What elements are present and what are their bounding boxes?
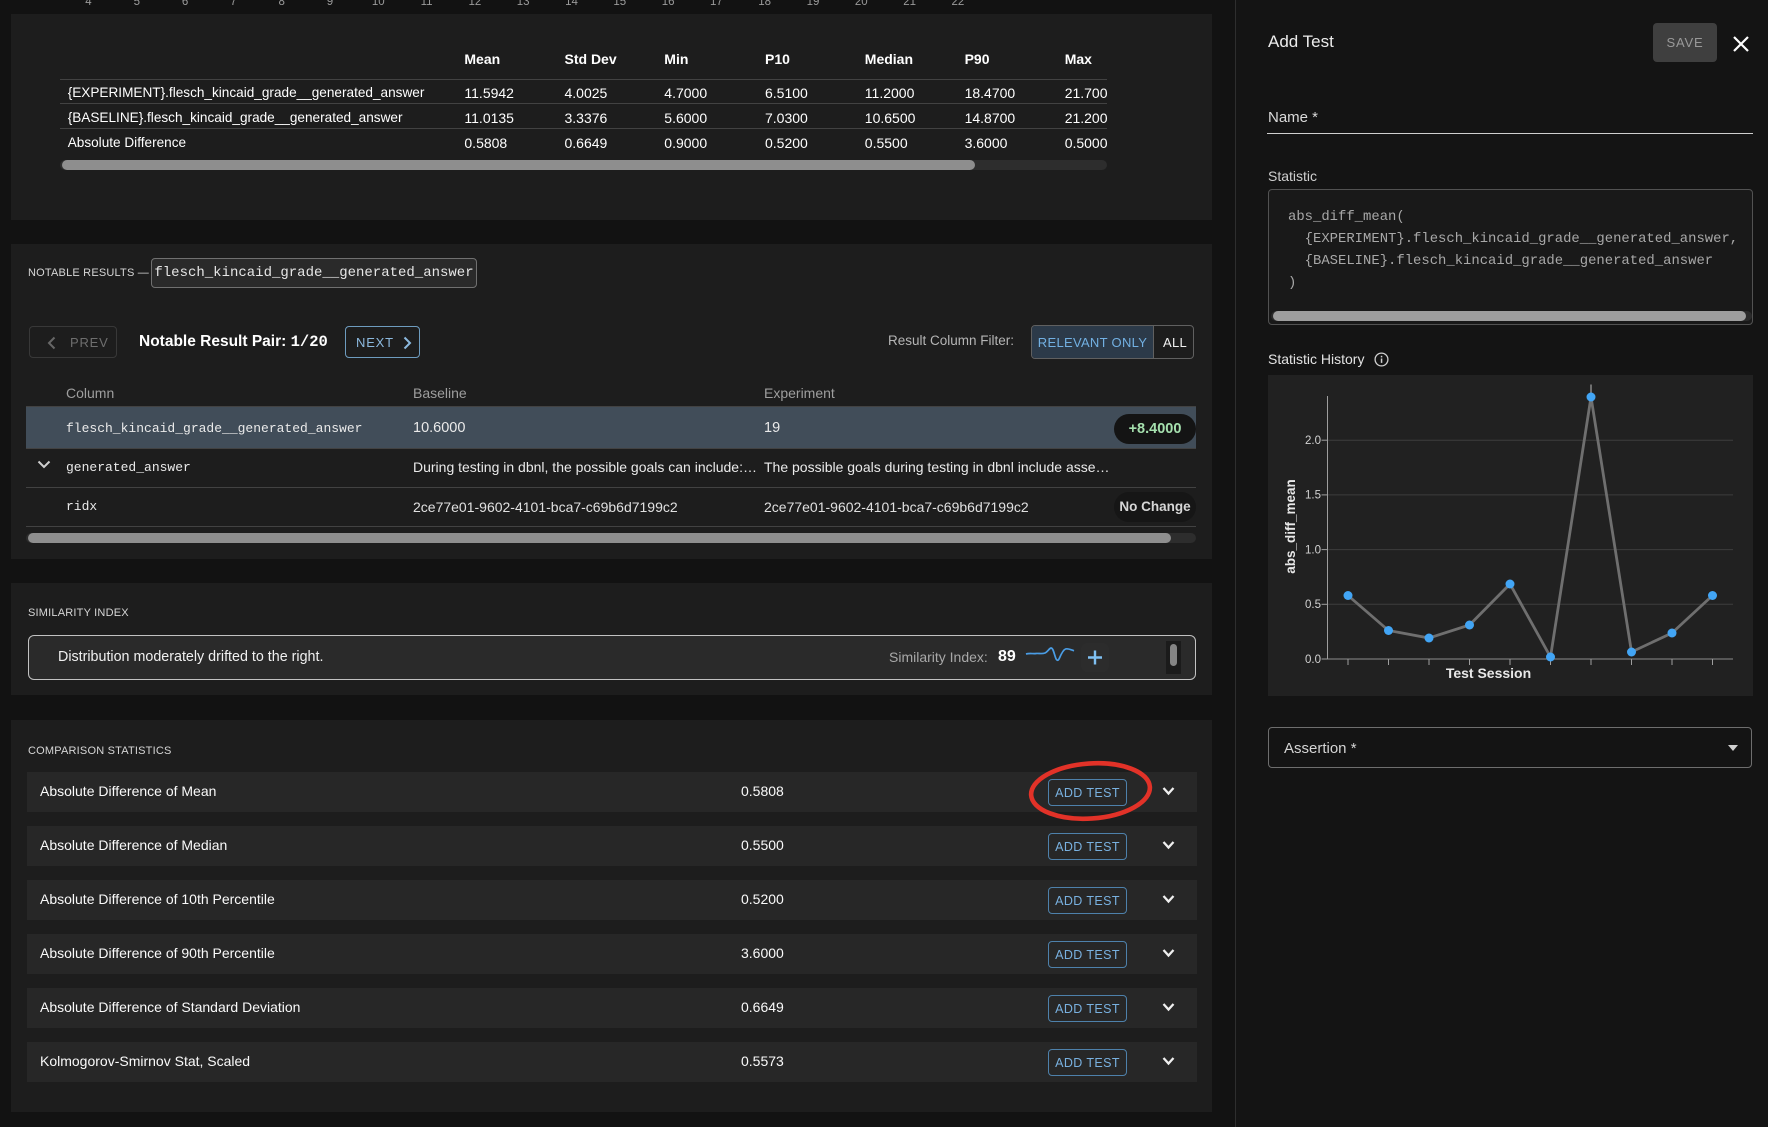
svg-text:Test Session: Test Session	[1446, 665, 1531, 681]
svg-text:0.0: 0.0	[1305, 654, 1321, 666]
svg-text:2.0: 2.0	[1305, 435, 1321, 447]
svg-text:1.0: 1.0	[1305, 544, 1321, 556]
svg-text:0.5: 0.5	[1305, 599, 1321, 611]
svg-text:abs_diff_mean: abs_diff_mean	[1283, 479, 1298, 574]
svg-text:1.5: 1.5	[1305, 490, 1321, 502]
